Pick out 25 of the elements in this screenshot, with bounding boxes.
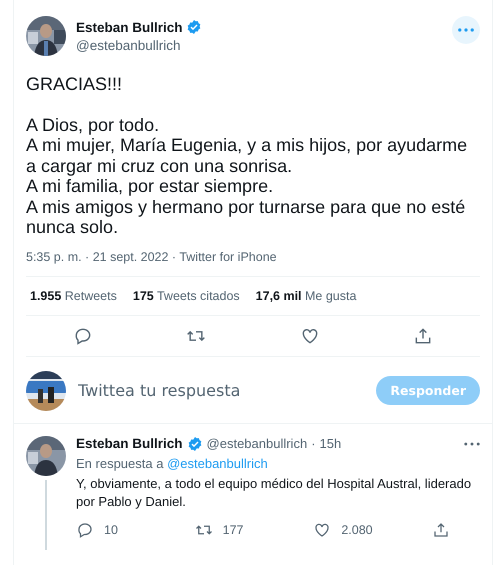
reply-icon xyxy=(76,520,94,538)
reply-button[interactable]: 10 xyxy=(76,520,176,538)
stat-link[interactable]: 1.955 Retweets xyxy=(30,288,117,302)
tweet-timestamp[interactable]: 5:35 p. m. · 21 sept. 2022 · Twitter for iPhone xyxy=(26,250,480,276)
author-handle[interactable]: @estebanbullrich xyxy=(76,38,452,53)
author-name[interactable]: Esteban Bullrich xyxy=(76,20,183,34)
author-name[interactable]: Esteban Bullrich xyxy=(76,436,183,451)
retweet-button[interactable]: 177 xyxy=(194,520,295,538)
more-options-button[interactable] xyxy=(452,16,480,44)
share-icon xyxy=(432,520,450,538)
thread-line xyxy=(45,480,47,550)
stat-link[interactable]: 17,6 mil Me gusta xyxy=(256,288,356,302)
share-button[interactable] xyxy=(432,520,450,538)
like-button[interactable]: 2.080 xyxy=(313,520,414,538)
more-options-icon xyxy=(458,28,474,32)
more-options-icon[interactable] xyxy=(464,442,480,446)
tweet-time[interactable]: 15h xyxy=(320,436,342,451)
stat-link[interactable]: 175 Tweets citados xyxy=(132,288,240,302)
in-reply-label: En respuesta a xyxy=(76,456,164,470)
tweet-text: A Dios, por todo. A mi mujer, María Eugenia, y a mis hijos, por ayudarme a cargar mi cruz con una sonrisa. A mi familia, por estar siempre. A mis amigos y hermano por turnarse para que no esté nunca solo. xyxy=(26,114,468,238)
separator-dot: · xyxy=(311,436,316,451)
tweet-text: GRACIAS!!! xyxy=(26,74,124,94)
like-icon xyxy=(313,520,332,538)
author-handle[interactable]: @estebanbullrich xyxy=(206,436,308,451)
reply-text: Y, obviamente, a todo el equipo médico del Hospital Austral, liderado por Pablo y Daniel. xyxy=(76,474,472,510)
